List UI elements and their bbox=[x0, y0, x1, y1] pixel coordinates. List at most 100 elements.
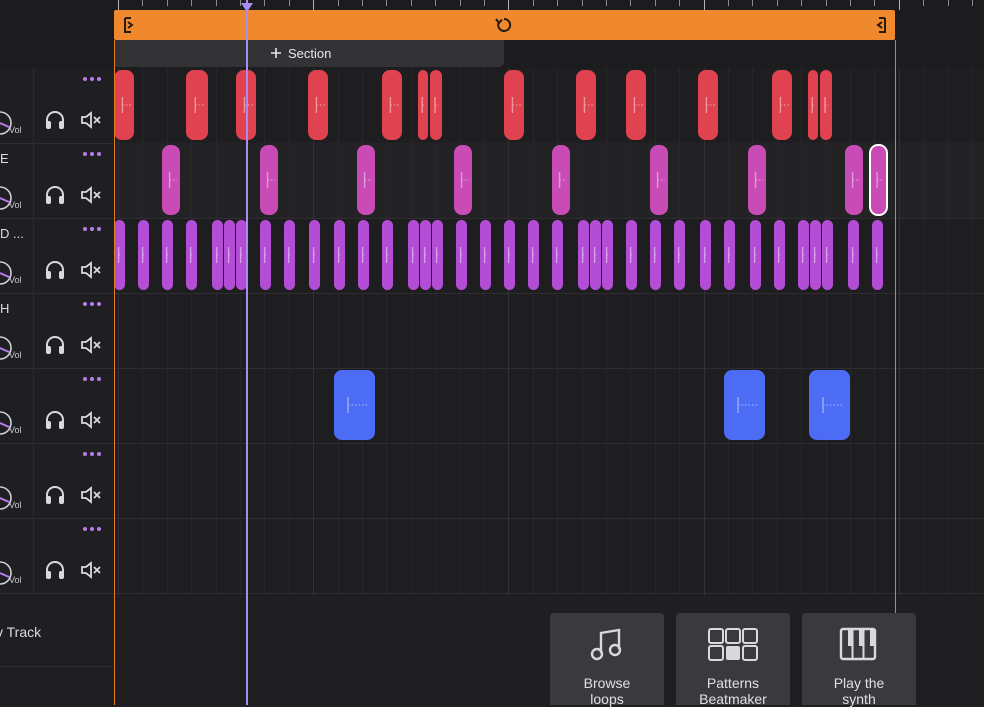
drum-clip[interactable] bbox=[357, 145, 375, 215]
drum-clip[interactable] bbox=[309, 220, 320, 290]
more-options-icon[interactable] bbox=[82, 147, 102, 161]
loop-toggle-icon[interactable] bbox=[494, 15, 514, 35]
drum-clip[interactable] bbox=[748, 145, 766, 215]
drum-clip[interactable] bbox=[260, 145, 278, 215]
drum-clip[interactable] bbox=[504, 70, 524, 140]
drum-clip[interactable] bbox=[114, 70, 134, 140]
solo-headphones-icon[interactable] bbox=[44, 335, 66, 355]
mute-speaker-icon[interactable] bbox=[80, 185, 102, 205]
drum-clip[interactable] bbox=[456, 220, 467, 290]
drum-clip[interactable] bbox=[798, 220, 809, 290]
drum-clip[interactable] bbox=[700, 220, 711, 290]
playhead[interactable] bbox=[246, 0, 248, 705]
drum-clip[interactable] bbox=[774, 220, 785, 290]
track-lane[interactable] bbox=[114, 443, 984, 519]
drum-clip[interactable] bbox=[750, 220, 761, 290]
arrangement-area[interactable] bbox=[114, 68, 984, 596]
drum-clip[interactable] bbox=[528, 220, 539, 290]
patterns-beatmaker-button[interactable]: Patterns Beatmaker bbox=[676, 613, 790, 707]
instrument-clip[interactable] bbox=[334, 370, 375, 440]
drum-clip[interactable] bbox=[626, 220, 637, 290]
track-name[interactable]: E bbox=[0, 151, 9, 166]
drum-clip[interactable] bbox=[382, 220, 393, 290]
drum-clip[interactable] bbox=[772, 70, 792, 140]
solo-headphones-icon[interactable] bbox=[44, 260, 66, 280]
mute-speaker-icon[interactable] bbox=[80, 485, 102, 505]
drum-clip[interactable] bbox=[808, 70, 818, 140]
drum-clip[interactable] bbox=[820, 70, 832, 140]
play-synth-button[interactable]: Play the synth bbox=[802, 613, 916, 707]
drum-clip[interactable] bbox=[454, 145, 472, 215]
more-options-icon[interactable] bbox=[82, 297, 102, 311]
drum-clip[interactable] bbox=[114, 220, 125, 290]
mute-speaker-icon[interactable] bbox=[80, 410, 102, 430]
track-lane[interactable] bbox=[114, 368, 984, 444]
drum-clip[interactable] bbox=[186, 70, 208, 140]
track-header[interactable]: Vol bbox=[0, 443, 113, 519]
mute-speaker-icon[interactable] bbox=[80, 560, 102, 580]
drum-clip[interactable] bbox=[358, 220, 369, 290]
drum-clip[interactable] bbox=[578, 220, 589, 290]
drum-clip[interactable] bbox=[602, 220, 613, 290]
track-name[interactable]: H bbox=[0, 301, 9, 316]
drum-clip[interactable] bbox=[138, 220, 149, 290]
drum-clip[interactable] bbox=[650, 220, 661, 290]
drum-clip[interactable] bbox=[432, 220, 443, 290]
browse-loops-button[interactable]: Browse loops bbox=[550, 613, 664, 707]
mute-speaker-icon[interactable] bbox=[80, 110, 102, 130]
drum-clip[interactable] bbox=[408, 220, 419, 290]
drum-clip[interactable] bbox=[162, 220, 173, 290]
drum-clip[interactable] bbox=[430, 70, 442, 140]
more-options-icon[interactable] bbox=[82, 447, 102, 461]
drum-clip[interactable] bbox=[334, 220, 345, 290]
track-header[interactable]: H Vol bbox=[0, 293, 113, 369]
loop-region-bar[interactable] bbox=[114, 10, 895, 40]
drum-clip[interactable] bbox=[872, 220, 883, 290]
drum-clip[interactable] bbox=[810, 220, 821, 290]
solo-headphones-icon[interactable] bbox=[44, 560, 66, 580]
drum-clip[interactable] bbox=[848, 220, 859, 290]
drum-clip[interactable] bbox=[186, 220, 197, 290]
instrument-clip[interactable] bbox=[724, 370, 765, 440]
drum-clip[interactable] bbox=[504, 220, 515, 290]
add-section-button[interactable]: Section bbox=[270, 44, 331, 62]
solo-headphones-icon[interactable] bbox=[44, 110, 66, 130]
drum-clip[interactable] bbox=[576, 70, 596, 140]
drum-clip[interactable] bbox=[698, 70, 718, 140]
drum-clip[interactable] bbox=[590, 220, 601, 290]
drum-clip[interactable] bbox=[650, 145, 668, 215]
track-header[interactable]: Vol bbox=[0, 368, 113, 444]
drum-clip[interactable] bbox=[552, 145, 570, 215]
drum-clip[interactable] bbox=[674, 220, 685, 290]
loop-start-handle-icon[interactable] bbox=[122, 16, 136, 34]
drum-clip[interactable] bbox=[224, 220, 235, 290]
solo-headphones-icon[interactable] bbox=[44, 485, 66, 505]
more-options-icon[interactable] bbox=[82, 522, 102, 536]
drum-clip[interactable] bbox=[284, 220, 295, 290]
loop-end-handle-icon[interactable] bbox=[874, 16, 888, 34]
drum-clip[interactable] bbox=[724, 220, 735, 290]
selected-drum-clip[interactable] bbox=[869, 144, 888, 216]
track-header[interactable]: Vol bbox=[0, 518, 113, 594]
more-options-icon[interactable] bbox=[82, 222, 102, 236]
drum-clip[interactable] bbox=[260, 220, 271, 290]
track-lane[interactable] bbox=[114, 518, 984, 594]
drum-clip[interactable] bbox=[626, 70, 646, 140]
solo-headphones-icon[interactable] bbox=[44, 410, 66, 430]
drum-clip[interactable] bbox=[162, 145, 180, 215]
track-lane[interactable] bbox=[114, 293, 984, 369]
track-header[interactable]: Vol bbox=[0, 68, 113, 144]
more-options-icon[interactable] bbox=[82, 372, 102, 386]
drum-clip[interactable] bbox=[308, 70, 328, 140]
playhead-handle-icon[interactable] bbox=[240, 0, 254, 12]
drum-clip[interactable] bbox=[382, 70, 402, 140]
mute-speaker-icon[interactable] bbox=[80, 335, 102, 355]
drum-clip[interactable] bbox=[845, 145, 863, 215]
more-options-icon[interactable] bbox=[82, 72, 102, 86]
new-track-button[interactable]: v Track bbox=[0, 596, 113, 667]
drum-clip[interactable] bbox=[212, 220, 223, 290]
solo-headphones-icon[interactable] bbox=[44, 185, 66, 205]
track-name[interactable]: D ... bbox=[0, 226, 24, 241]
drum-clip[interactable] bbox=[480, 220, 491, 290]
drum-clip[interactable] bbox=[552, 220, 563, 290]
